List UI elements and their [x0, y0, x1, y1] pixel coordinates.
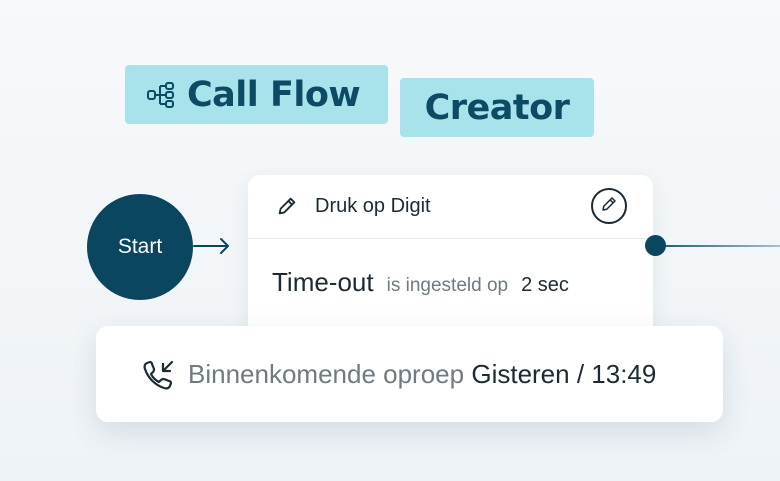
- notification-time: Gisteren / 13:49: [471, 359, 657, 389]
- pencil-circle-icon: [600, 195, 618, 218]
- incoming-call-notification[interactable]: Binnenkomende oproep Gisteren / 13:49: [96, 326, 723, 422]
- title-badge-call-flow: Call Flow: [125, 65, 388, 124]
- card-header: Druk op Digit: [248, 175, 653, 239]
- pencil-icon: [276, 195, 298, 217]
- timeout-text: is ingesteld op: [386, 275, 509, 296]
- title-part-2: Creator: [424, 87, 570, 128]
- title-part-1: Call Flow: [187, 74, 361, 115]
- connector-handle[interactable]: [645, 235, 666, 256]
- flow-diagram-icon: [146, 80, 176, 110]
- notification-text: Binnenkomende oproep Gisteren / 13:49: [188, 359, 656, 390]
- timeout-value: 2 sec: [521, 274, 569, 296]
- arrow-right-icon: [193, 238, 229, 254]
- connector-line: [657, 245, 780, 247]
- title-badge-creator: Creator: [400, 78, 594, 137]
- timeout-label: Time-out: [272, 267, 374, 297]
- start-node-label: Start: [117, 235, 163, 258]
- notification-label: Binnenkomende oproep: [188, 359, 465, 389]
- card-title: Druk op Digit: [315, 195, 431, 217]
- incoming-call-icon: [142, 359, 176, 391]
- timeout-row: Time-out is ingesteld op 2 sec: [272, 267, 569, 298]
- start-node[interactable]: Start: [87, 194, 193, 300]
- edit-button[interactable]: [591, 188, 627, 224]
